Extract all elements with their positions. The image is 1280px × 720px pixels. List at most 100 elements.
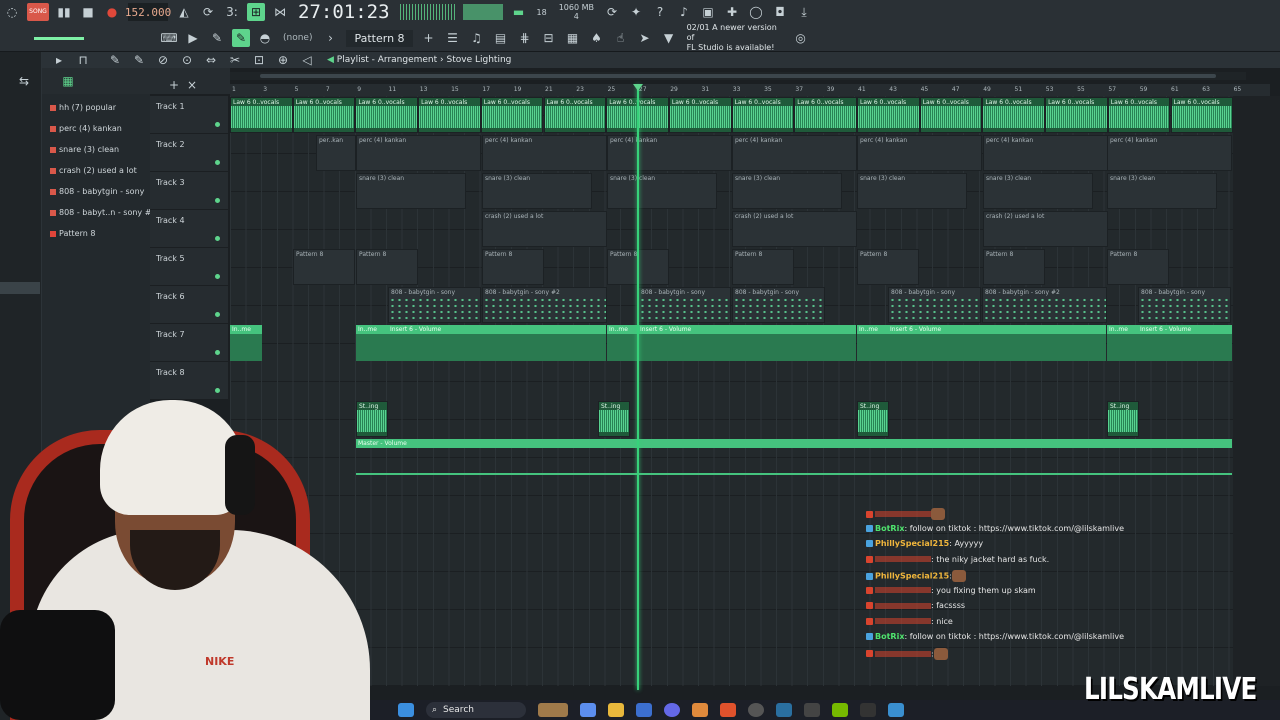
playlist-clip[interactable]: 808 - babytgin - sony [732, 287, 825, 323]
snap-selector[interactable]: (none) [283, 33, 312, 43]
track-header[interactable]: Track 1 [150, 96, 228, 134]
playlist-clip[interactable]: crash (2) used a lot [732, 211, 857, 247]
browser-item[interactable]: crash (2) used a lot [50, 166, 137, 175]
playlist-clip[interactable]: perc (4) kankan [1107, 135, 1232, 171]
add-pattern-icon[interactable]: + [420, 29, 438, 47]
track-enable-icon[interactable] [215, 236, 220, 241]
track-enable-icon[interactable] [215, 198, 220, 203]
playlist-clip[interactable]: perc (4) kankan [482, 135, 607, 171]
pattern-arrow-icon[interactable]: › [321, 29, 339, 47]
save-icon[interactable]: ▣ [699, 3, 717, 21]
close-track-icon[interactable]: × [183, 76, 201, 94]
select-icon[interactable]: ⊡ [250, 51, 268, 69]
playlist-clip[interactable]: St..ing [1107, 401, 1139, 437]
track-enable-icon[interactable] [215, 160, 220, 165]
playlist-horizontal-scrollbar[interactable] [230, 72, 1246, 80]
track-enable-icon[interactable] [215, 122, 220, 127]
browser-item[interactable]: 808 - babyt..n - sony #2 [50, 208, 157, 217]
playlist-clip[interactable]: Law 6 0..vocals [355, 97, 419, 133]
playlist-clip[interactable]: Law 6 0..vocals [794, 97, 857, 133]
playlist-clip[interactable]: perc (4) kankan [857, 135, 982, 171]
track-enable-icon[interactable] [215, 350, 220, 355]
playlist-clip[interactable]: snare (3) clean [732, 173, 842, 209]
typing-keyboard-icon[interactable]: ⌨ [160, 29, 178, 47]
copilot-icon[interactable] [580, 703, 596, 717]
file-explorer-icon[interactable] [608, 703, 624, 717]
playlist-clip[interactable]: Pattern 8 [356, 249, 418, 285]
playlist-clip[interactable]: Law 6 0..vocals [480, 97, 544, 133]
playlist-clip[interactable]: snare (3) clean [482, 173, 592, 209]
playlist-clip[interactable]: Pattern 8 [983, 249, 1045, 285]
obs-icon[interactable] [748, 703, 764, 717]
playlist-clip[interactable]: Insert 6 - Volume [638, 325, 856, 361]
playlist-clip[interactable]: Master - Volume [356, 439, 1232, 475]
playlist-clip[interactable]: snare (3) clean [356, 173, 466, 209]
delete-icon[interactable]: ⊘ [154, 51, 172, 69]
playlist-clip[interactable]: 808 - babytgin - sony [888, 287, 981, 323]
store-icon[interactable] [636, 703, 652, 717]
playlist-clip[interactable]: Law 6 0..vocals [1107, 97, 1171, 133]
playlist-clip[interactable]: Law 6 0..vocals [919, 97, 983, 133]
playlist-clip[interactable]: snare (3) clean [983, 173, 1093, 209]
playlist-clip[interactable]: Law 6 0..vocals [292, 97, 356, 133]
playback-icon[interactable]: ◁ [298, 51, 316, 69]
track-header[interactable]: Track 4 [150, 210, 228, 248]
playlist-clip[interactable]: 808 - babytgin - sony #2 [482, 287, 607, 323]
playlist-clip[interactable]: Pattern 8 [293, 249, 355, 285]
playlist-clip[interactable]: St..ing [857, 401, 889, 437]
blend-notes-icon[interactable]: ⋈ [271, 3, 289, 21]
playlist-clip[interactable]: Pattern 8 [1107, 249, 1169, 285]
playlist-clip[interactable]: In..me [607, 325, 639, 361]
slip-icon[interactable]: ⇔ [202, 51, 220, 69]
playlist-clip[interactable]: snare (3) clean [1107, 173, 1217, 209]
brave-icon[interactable] [720, 703, 736, 717]
pencil-tool-icon[interactable]: ✎ [208, 29, 226, 47]
playlist-clip[interactable]: perc (4) kankan [732, 135, 857, 171]
app-icon[interactable] [804, 703, 820, 717]
channel-rack-icon[interactable]: ▤ [492, 29, 510, 47]
playlist-clip[interactable]: St..ing [598, 401, 630, 437]
master-volume-slider[interactable] [34, 36, 84, 40]
mixer-icon[interactable]: ⋕ [516, 29, 534, 47]
mic-icon[interactable]: ♪ [675, 3, 693, 21]
playlist-clip[interactable]: Law 6 0..vocals [418, 97, 481, 133]
playlist-menu-icon[interactable]: ▸ [50, 51, 68, 69]
playlist-clip[interactable]: In..me [1107, 325, 1139, 361]
playlist-clip[interactable]: Law 6 0..vocals [857, 97, 920, 133]
fl-logo-icon[interactable]: ◌ [3, 3, 21, 21]
touch-icon[interactable]: ☝ [612, 29, 630, 47]
timeline-ruler[interactable]: 1 3 5 7 9 11 13 15 17 19 21 23 25 27 29 31 33 35 37 39 41 43 4… [230, 84, 1270, 96]
playlist-clip[interactable]: Pattern 8 [732, 249, 794, 285]
mute-icon[interactable]: ⊙ [178, 51, 196, 69]
playlist-clip[interactable]: Law 6 0..vocals [668, 97, 732, 133]
cart-icon[interactable]: ▼ [660, 29, 678, 47]
plugin-icon[interactable]: ✚ [723, 3, 741, 21]
browser-item[interactable]: Pattern 8 [50, 229, 95, 238]
snap-icon[interactable]: ▶ [184, 29, 202, 47]
browser-item[interactable]: perc (4) kankan [50, 124, 122, 133]
bell-tool-icon[interactable]: ◓ [256, 29, 274, 47]
track-header[interactable]: Track 3 [150, 172, 228, 210]
piano-roll-icon[interactable]: ♫ [468, 29, 486, 47]
playhead-marker-icon[interactable] [633, 84, 643, 91]
playlist-clip[interactable]: 808 - babytgin - sony #2 [982, 287, 1107, 323]
update-news[interactable]: 02/01 A newer version of FL Studio is ava… [687, 23, 783, 53]
playlist-clip[interactable]: snare (3) clean [607, 173, 717, 209]
playlist-clip[interactable]: perc (4) kankan [983, 135, 1108, 171]
online-status-icon[interactable]: ◎ [792, 29, 810, 47]
4k-icon[interactable] [860, 703, 876, 717]
pattern-selector[interactable]: Pattern 8 [346, 29, 413, 47]
pattern-picker-icon[interactable]: ▦ [59, 72, 77, 90]
tempo-display[interactable]: 152.000 [125, 3, 171, 21]
playlist-clip[interactable]: Law 6 0..vocals [982, 97, 1046, 133]
browser-scrollbar[interactable] [0, 282, 40, 294]
paint-icon[interactable]: ✎ [130, 51, 148, 69]
stop-icon[interactable]: ■ [79, 3, 97, 21]
playlist-clip[interactable]: crash (2) used a lot [482, 211, 607, 247]
tools-icon[interactable]: ✦ [627, 3, 645, 21]
playlist-clip[interactable]: 808 - babytgin - sony [1138, 287, 1231, 323]
stem-icon[interactable]: ♠ [588, 29, 606, 47]
zoom-icon[interactable]: ⊕ [274, 51, 292, 69]
track-header[interactable]: Track 6 [150, 286, 228, 324]
song-mode-toggle[interactable]: SONG [27, 3, 49, 21]
